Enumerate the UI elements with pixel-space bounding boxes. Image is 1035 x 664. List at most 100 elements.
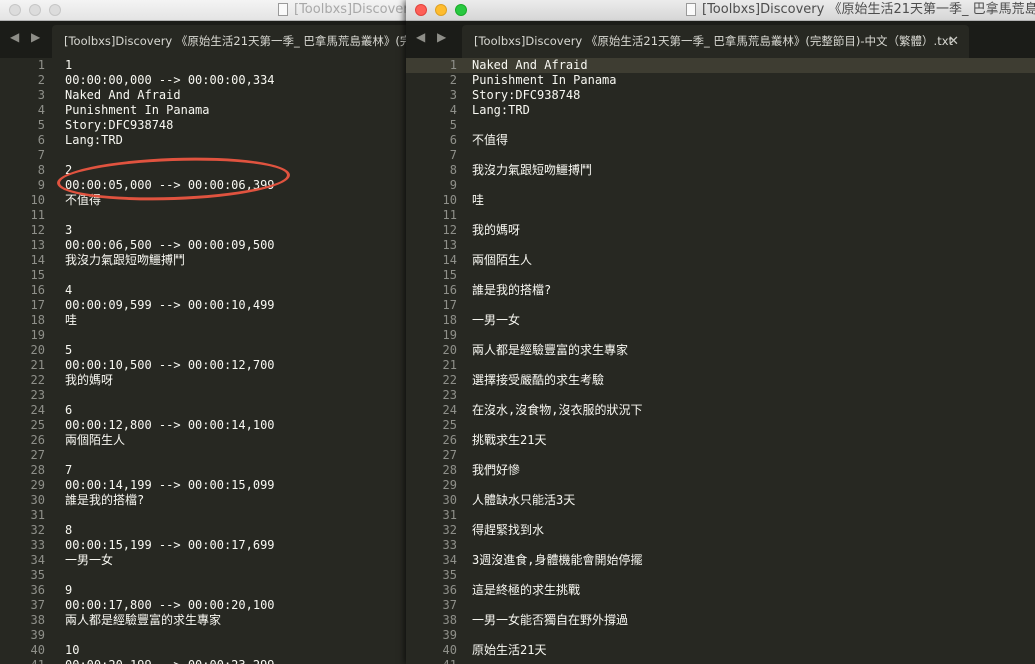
left-file-tab[interactable]: [Toolbxs]Discovery 《原始生活21天第一季_ 巴拿馬荒島叢林》… [52,25,410,58]
editor-line[interactable]: 14 我沒力氣跟短吻鱷搏鬥 [0,253,185,268]
editor-line[interactable]: 27 [406,448,457,463]
editor-line[interactable]: 7 [406,148,457,163]
editor-line[interactable]: 23 [0,388,45,403]
minimize-window-button[interactable] [29,4,41,16]
editor-line[interactable]: 31 [0,508,45,523]
line-number: 38 [442,613,457,627]
editor-line[interactable]: 26 挑戰求生21天 [406,433,547,448]
editor-line[interactable]: 13 [406,238,457,253]
editor-line[interactable]: 11 [0,208,45,223]
editor-line[interactable]: 33 00:00:15,199 --> 00:00:17,699 [0,538,275,553]
editor-line[interactable]: 12 我的媽呀 [406,223,520,238]
editor-line[interactable]: 41 [406,658,457,664]
editor-line[interactable]: 36 這是終極的求生挑戰 [406,583,580,598]
minimize-window-button[interactable] [435,4,447,16]
editor-line[interactable]: 31 [406,508,457,523]
editor-line[interactable]: 37 [406,598,457,613]
editor-line[interactable]: 16 4 [0,283,73,298]
right-file-tab[interactable]: [Toolbxs]Discovery 《原始生活21天第一季_ 巴拿馬荒島叢林》… [462,25,969,58]
editor-line[interactable]: 27 [0,448,45,463]
editor-line[interactable]: 30 誰是我的搭檔? [0,493,145,508]
editor-line[interactable]: 18 一男一女 [406,313,520,328]
editor-line[interactable]: 11 [0,58,72,73]
editor-line[interactable]: 22 選擇接受嚴酷的求生考驗 [406,373,604,388]
right-text-editor[interactable]: 1 Naked And Afraid 2 Punishment In Panama 3 S… [406,58,1035,664]
editor-line[interactable]: 11 [406,208,457,223]
editor-line[interactable]: 35 [406,568,457,583]
editor-line[interactable]: 34 一男一女 [0,553,113,568]
zoom-window-button[interactable] [49,4,61,16]
editor-line[interactable]: 32 得趕緊找到水 [406,523,544,538]
editor-line[interactable]: 2 Punishment In Panama [406,73,617,88]
editor-line[interactable]: 18 哇 [0,313,77,328]
editor-line[interactable]: 37 00:00:17,800 --> 00:00:20,100 [0,598,275,613]
left-title-bar[interactable]: [Toolbxs]Discovery [0,0,410,21]
editor-line[interactable]: 29 00:00:14,199 --> 00:00:15,099 [0,478,275,493]
editor-line[interactable]: 30 人體缺水只能活3天 [406,493,576,508]
editor-line[interactable]: 1 Naked And Afraid [406,58,588,73]
editor-line[interactable]: 29 [406,478,457,493]
editor-line[interactable]: 12 3 [0,223,73,238]
editor-line[interactable]: 24 6 [0,403,73,418]
editor-line[interactable]: 4 Lang:TRD [406,103,530,118]
editor-line[interactable]: 15 [0,268,45,283]
editor-line[interactable]: 20 5 [0,343,73,358]
left-text-editor[interactable]: 1 1 2 00:00:00,000 --> 00:00:00,334 3 Naked A… [0,58,410,664]
editor-line[interactable]: 24 在沒水,沒食物,沒衣服的狀況下 [406,403,643,418]
editor-line[interactable]: 38 一男一女能否獨自在野外撐過 [406,613,628,628]
editor-line[interactable]: 40 10 [0,643,80,658]
editor-line[interactable]: 26 兩個陌生人 [0,433,125,448]
editor-line[interactable]: 6 不值得 [406,133,508,148]
close-window-button[interactable] [415,4,427,16]
editor-line[interactable]: 10 不值得 [0,193,101,208]
editor-line[interactable]: 22 我的媽呀 [0,373,113,388]
editor-line[interactable]: 3 Story:DFC938748 [406,88,581,103]
editor-line[interactable]: 34 3週沒進食,身體機能會開始停擺 [406,553,643,568]
nav-arrows-icon[interactable]: ◀ ▶ [10,30,44,44]
editor-line[interactable]: 5 Story:DFC938748 [0,118,174,133]
editor-line[interactable]: 35 [0,568,45,583]
editor-line[interactable]: 19 [406,328,457,343]
editor-line[interactable]: 6 Lang:TRD [0,133,123,148]
editor-line[interactable]: 2 00:00:00,000 --> 00:00:00,334 [0,73,275,88]
editor-line[interactable]: 17 [406,298,457,313]
line-number: 21 [30,358,45,372]
editor-line[interactable]: 15 [406,268,457,283]
editor-line[interactable]: 39 [406,628,457,643]
editor-line[interactable]: 39 [0,628,45,643]
editor-line[interactable]: 9 [406,178,457,193]
editor-line[interactable]: 25 [406,418,457,433]
editor-line[interactable]: 38 兩人都是經驗豐富的求生專家 [0,613,221,628]
editor-line[interactable]: 21 00:00:10,500 --> 00:00:12,700 [0,358,275,373]
editor-line[interactable]: 33 [406,538,457,553]
editor-line[interactable]: 19 [0,328,45,343]
editor-line[interactable]: 28 7 [0,463,73,478]
right-title-bar[interactable]: [Toolbxs]Discovery 《原始生活21天第一季_ 巴拿馬荒島叢 [406,0,1035,21]
editor-line[interactable]: 9 00:00:05,000 --> 00:00:06,399 [0,178,275,193]
editor-line[interactable]: 82 [0,163,72,178]
editor-line[interactable]: 40 原始生活21天 [406,643,547,658]
editor-line[interactable]: 5 [406,118,457,133]
close-window-button[interactable] [9,4,21,16]
editor-line[interactable]: 17 00:00:09,599 --> 00:00:10,499 [0,298,275,313]
nav-arrows-icon[interactable]: ◀ ▶ [416,30,450,44]
editor-line[interactable]: 3 Naked And Afraid [0,88,181,103]
editor-line[interactable]: 4 Punishment In Panama [0,103,210,118]
line-number: 24 [30,403,45,417]
editor-line[interactable]: 14 兩個陌生人 [406,253,532,268]
editor-line[interactable]: 8 我沒力氣跟短吻鱷搏鬥 [406,163,592,178]
editor-line[interactable]: 36 9 [0,583,73,598]
editor-line[interactable]: 7 [0,148,45,163]
editor-line[interactable]: 41 00:00:20,199 --> 00:00:23,299 [0,658,275,664]
editor-line[interactable]: 21 [406,358,457,373]
editor-line[interactable]: 32 8 [0,523,73,538]
editor-line[interactable]: 16 誰是我的搭檔? [406,283,552,298]
editor-line[interactable]: 23 [406,388,457,403]
editor-line[interactable]: 10 哇 [406,193,484,208]
editor-line[interactable]: 28 我們好慘 [406,463,520,478]
zoom-window-button[interactable] [455,4,467,16]
editor-line[interactable]: 13 00:00:06,500 --> 00:00:09,500 [0,238,275,253]
close-tab-icon[interactable]: ✕ [948,25,959,58]
editor-line[interactable]: 25 00:00:12,800 --> 00:00:14,100 [0,418,275,433]
editor-line[interactable]: 20 兩人都是經驗豐富的求生專家 [406,343,628,358]
